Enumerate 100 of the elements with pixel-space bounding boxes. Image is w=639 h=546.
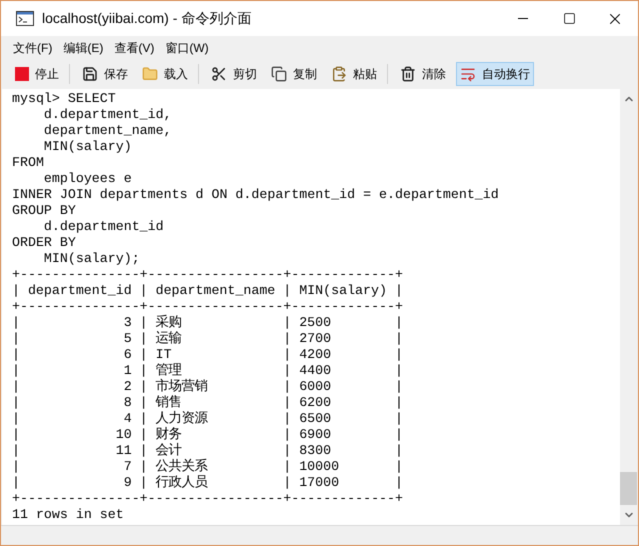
maximize-icon: [562, 12, 576, 25]
table-cell: 6000: [299, 379, 332, 394]
toolbar-button[interactable]: 停止: [11, 62, 63, 86]
column-separator: |: [283, 331, 292, 347]
column-separator: |: [283, 315, 292, 331]
minimize-icon: [518, 18, 528, 19]
column-separator: |: [394, 475, 403, 491]
column-separator: |: [12, 363, 20, 379]
table-cell: 17000: [299, 475, 340, 490]
table-cell: 3: [124, 315, 132, 330]
column-separator: |: [140, 347, 148, 363]
column-separator: |: [140, 427, 148, 443]
column-separator: |: [12, 315, 20, 331]
toolbar-button[interactable]: 载入: [138, 62, 192, 86]
table-cell: 10000: [299, 459, 340, 474]
column-separator: |: [12, 347, 20, 363]
table-cell: 销售: [156, 395, 182, 410]
sql-line: MIN(salary): [42, 139, 132, 155]
menu-item[interactable]: 窗口(W): [161, 38, 213, 58]
column-separator: |: [140, 411, 148, 427]
menu-item[interactable]: 文件(F): [9, 38, 56, 58]
table-cell: 4200: [299, 347, 332, 362]
table-cell: 市场营销: [156, 379, 208, 394]
table-cell: 8300: [299, 443, 332, 458]
column-separator: |: [394, 443, 403, 459]
sql-line: d.department_id: [42, 219, 164, 235]
column-separator: |: [394, 283, 403, 299]
toolbar-button[interactable]: 清除: [396, 62, 450, 86]
column-separator: |: [12, 411, 20, 427]
sql-line: department_name,: [42, 123, 172, 139]
column-separator: |: [140, 315, 148, 331]
column-separator: |: [283, 411, 292, 427]
clipboard-icon: [331, 66, 347, 82]
column-separator: |: [283, 395, 292, 411]
table-cell: 8: [124, 395, 132, 410]
table-border: +---------------+-----------------+-------------+: [12, 267, 403, 283]
table-cell: 9: [124, 475, 132, 490]
sql-line: INNER JOIN departments d ON d.department_id = e.department_id: [12, 187, 499, 203]
column-separator: |: [12, 459, 20, 475]
column-separator: |: [140, 331, 148, 347]
column-separator: |: [283, 363, 292, 379]
column-separator: |: [394, 427, 403, 443]
scrollbar-thumb[interactable]: [620, 472, 637, 505]
menu-item[interactable]: 查看(V): [110, 38, 158, 58]
sql-line: GROUP BY: [12, 203, 76, 219]
column-separator: |: [140, 475, 148, 491]
table-cell: 10: [116, 427, 132, 442]
table-cell: 2700: [299, 331, 332, 346]
sql-line: FROM: [12, 155, 44, 171]
table-cell: 财务: [156, 427, 182, 442]
column-separator: |: [283, 443, 292, 459]
toolbar-button[interactable]: 剪切: [207, 62, 261, 86]
column-separator: |: [283, 475, 292, 491]
column-header: department_name: [156, 283, 276, 298]
table-cell: 2: [124, 379, 132, 394]
column-separator: |: [394, 395, 403, 411]
column-separator: |: [283, 347, 292, 363]
toolbar-button[interactable]: 复制: [267, 62, 321, 86]
column-header: department_id: [28, 283, 132, 298]
table-cell: 6: [124, 347, 132, 362]
table-cell: 1: [124, 363, 132, 378]
column-separator: |: [394, 459, 403, 475]
column-separator: |: [283, 283, 292, 299]
column-separator: |: [140, 379, 148, 395]
trash-icon: [400, 66, 416, 82]
table-cell: 行政人员: [156, 475, 208, 490]
toolbar-button[interactable]: 粘贴: [327, 62, 381, 86]
column-separator: |: [394, 315, 403, 331]
table-border: +---------------+-----------------+-------------+: [12, 491, 403, 507]
toolbar-button[interactable]: 保存: [78, 62, 132, 86]
column-separator: |: [140, 395, 148, 411]
folder-icon: [142, 66, 158, 82]
column-separator: |: [394, 379, 403, 395]
table-cell: 采购: [156, 315, 182, 330]
column-separator: |: [283, 459, 292, 475]
stop-icon: [15, 67, 29, 81]
table-cell: 6900: [299, 427, 332, 442]
column-separator: |: [12, 283, 20, 299]
table-cell: 5: [124, 331, 132, 346]
table-cell: 管理: [156, 363, 182, 378]
sql-line: MIN(salary);: [42, 251, 140, 267]
table-cell: IT: [156, 347, 172, 362]
sql-line: mysql> SELECT: [12, 91, 116, 107]
toolbar-button[interactable]: 自动换行: [456, 62, 534, 86]
table-cell: 4400: [299, 363, 332, 378]
table-cell: 会计: [156, 443, 182, 458]
table-cell: 2500: [299, 315, 332, 330]
table-cell: 6200: [299, 395, 332, 410]
result-summary: 11 rows in set: [12, 507, 124, 523]
copy-icon: [271, 66, 287, 82]
column-separator: |: [140, 363, 148, 379]
window-title: localhost(yiibai.com) - 命令列介面: [42, 9, 252, 28]
sql-line: employees e: [42, 171, 132, 187]
table-cell: 6500: [299, 411, 332, 426]
sql-line: d.department_id,: [42, 107, 172, 123]
column-separator: |: [12, 475, 20, 491]
menu-item[interactable]: 编辑(E): [59, 38, 108, 58]
table-cell: 4: [124, 411, 132, 426]
column-separator: |: [394, 331, 403, 347]
column-header: MIN(salary): [299, 283, 387, 298]
